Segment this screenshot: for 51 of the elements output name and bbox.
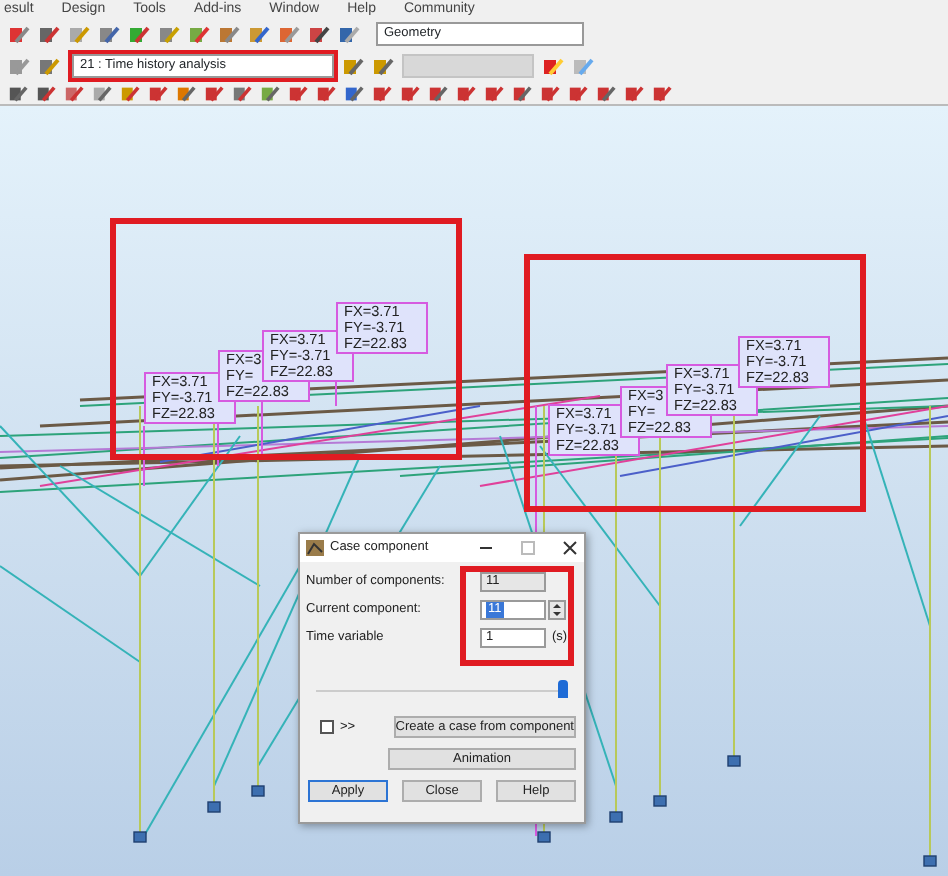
tool-icon[interactable] [98, 23, 120, 45]
tool-icon[interactable] [148, 83, 168, 103]
tool-icon[interactable] [542, 55, 564, 77]
tool-icon[interactable] [338, 23, 360, 45]
tool-icon[interactable] [624, 83, 644, 103]
app-icon [306, 540, 324, 556]
tool-icon[interactable] [316, 83, 336, 103]
tool-icon[interactable] [36, 83, 56, 103]
tool-icon[interactable] [308, 23, 330, 45]
tool-icon[interactable] [540, 83, 560, 103]
tool-icon[interactable] [248, 23, 270, 45]
tool-icon[interactable] [372, 55, 394, 77]
tool-icon[interactable] [596, 83, 616, 103]
tool-icon[interactable] [232, 83, 252, 103]
tool-icon[interactable] [8, 23, 30, 45]
tool-icon[interactable] [38, 23, 60, 45]
highlight-frame [460, 566, 574, 666]
tool-icon[interactable] [128, 23, 150, 45]
tool-icon[interactable] [260, 83, 280, 103]
tool-icon[interactable] [512, 83, 532, 103]
tool-icon[interactable] [204, 83, 224, 103]
brace-line [739, 415, 821, 527]
close-icon[interactable] [562, 540, 578, 556]
tool-icon[interactable] [428, 83, 448, 103]
tool-icon[interactable] [288, 83, 308, 103]
tool-icon[interactable] [92, 83, 112, 103]
tool-icon[interactable] [342, 55, 364, 77]
support-icon [923, 855, 937, 867]
tool-icon[interactable] [456, 83, 476, 103]
tool-icon[interactable] [176, 83, 196, 103]
support-icon [609, 811, 623, 823]
tool-icon[interactable] [64, 83, 84, 103]
tool-icon[interactable] [120, 83, 140, 103]
slider-thumb[interactable] [558, 680, 568, 698]
tool-icon[interactable] [38, 55, 60, 77]
support-icon [537, 831, 551, 843]
tool-icon[interactable] [8, 83, 28, 103]
support-icon [727, 755, 741, 767]
tool-icon[interactable] [344, 83, 364, 103]
tool-icon[interactable] [568, 83, 588, 103]
support-icon [653, 795, 667, 807]
tool-icon[interactable] [188, 23, 210, 45]
tool-icon[interactable] [372, 83, 392, 103]
support-icon [207, 801, 221, 813]
checkbox[interactable] [320, 720, 334, 734]
tool-icon[interactable] [652, 83, 672, 103]
tool-icon[interactable] [484, 83, 504, 103]
support-icon [133, 831, 147, 843]
tool-icon[interactable] [400, 83, 420, 103]
spin-buttons[interactable] [548, 600, 566, 620]
support-icon [251, 785, 265, 797]
